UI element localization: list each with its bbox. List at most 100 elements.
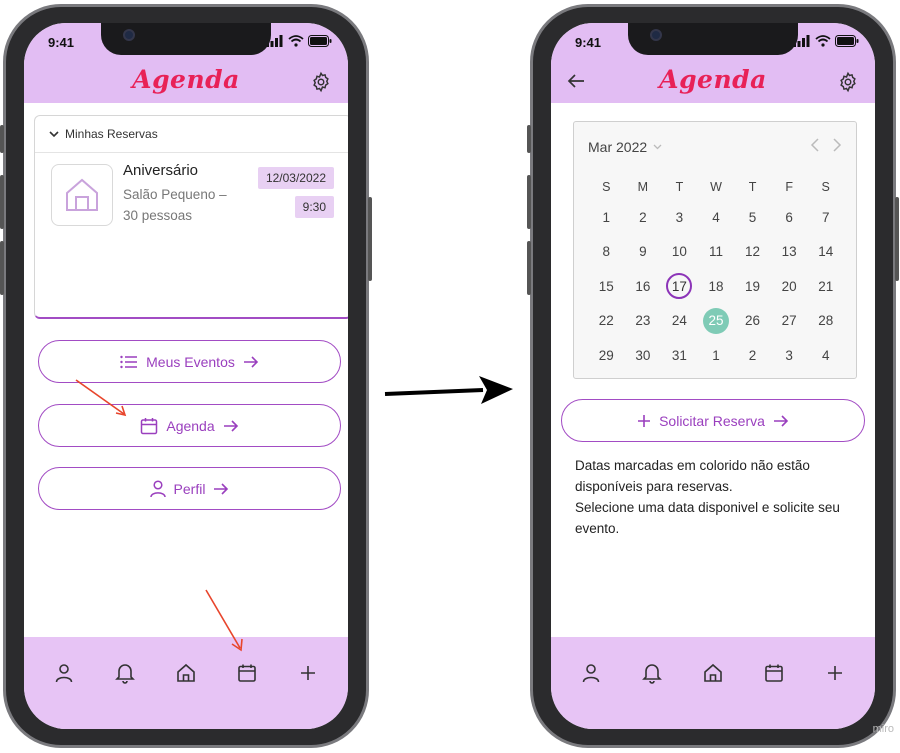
calendar-day[interactable]: 15: [588, 269, 625, 304]
solicitar-reserva-button[interactable]: Solicitar Reserva: [561, 399, 865, 442]
calendar-day[interactable]: 13: [771, 235, 808, 270]
notch: [101, 23, 271, 55]
weekday-header: M: [637, 180, 649, 194]
solicitar-reserva-label: Solicitar Reserva: [659, 412, 765, 429]
tab-profile-user-icon[interactable]: [576, 658, 606, 688]
arrow-right-icon: [214, 482, 229, 495]
calendar-day-number: 2: [639, 209, 647, 225]
calendar-day[interactable]: 4: [807, 338, 844, 373]
calendar-day[interactable]: 14: [807, 235, 844, 270]
calendar-day-number: 26: [745, 313, 761, 329]
settings-gear-icon[interactable]: [837, 71, 859, 98]
calendar-icon: [141, 417, 158, 434]
info-text-line-2: Selecione uma data disponivel e solicite…: [575, 500, 840, 536]
calendar-day-number: 21: [818, 278, 834, 294]
calendar-day-number: 1: [712, 347, 720, 363]
venue-thumbnail: [51, 164, 113, 226]
calendar-day-number: 4: [821, 347, 830, 363]
calendar-day[interactable]: 7: [807, 200, 844, 235]
calendar-day[interactable]: 30: [625, 338, 662, 373]
chevron-right-icon[interactable]: [832, 138, 842, 152]
calendar-day[interactable]: 23: [625, 304, 662, 339]
agenda-label: Agenda: [166, 417, 215, 434]
calendar-day[interactable]: 1: [588, 200, 625, 235]
meus-eventos-label: Meus Eventos: [146, 353, 235, 370]
perfil-button[interactable]: Perfil: [38, 467, 341, 510]
calendar-day-number: 1: [602, 209, 611, 225]
bottom-tab-bar: [24, 637, 348, 729]
calendar-day-number: 17: [666, 273, 693, 300]
house-icon: [66, 178, 98, 211]
calendar-day[interactable]: 28: [807, 304, 844, 339]
tab-calendar-icon[interactable]: [232, 658, 262, 688]
calendar-day[interactable]: 8: [588, 235, 625, 270]
weekday-header: T: [675, 180, 684, 194]
tab-calendar-icon[interactable]: [759, 658, 789, 688]
status-icons: [793, 35, 859, 47]
calendar-day[interactable]: 3: [661, 200, 698, 235]
tab-add-plus-icon[interactable]: [293, 658, 323, 688]
calendar-day-number: 28: [818, 313, 834, 329]
tab-notifications-bell-icon[interactable]: [110, 658, 140, 688]
calendar-day[interactable]: 22: [588, 304, 625, 339]
calendar-day-number: 12: [745, 244, 761, 260]
calendar-grid: S M T W T F S 1 2 3 4 5 6 7 8 9 10 11 12 13 14 15 16 17 18 19 20 21…: [588, 174, 844, 373]
chevron-down-icon: [653, 144, 662, 150]
weekday-header: W: [710, 180, 722, 194]
calendar-day[interactable]: 10: [661, 235, 698, 270]
calendar-day[interactable]: 2: [734, 338, 771, 373]
calendar-day[interactable]: 25: [698, 304, 735, 339]
calendar-day[interactable]: 12: [734, 235, 771, 270]
calendar-day[interactable]: 31: [661, 338, 698, 373]
tab-home-icon[interactable]: [171, 658, 201, 688]
calendar-day[interactable]: 2: [625, 200, 662, 235]
calendar-day[interactable]: 4: [698, 200, 735, 235]
month-selector[interactable]: Mar 2022: [588, 139, 662, 155]
reservations-heading: Minhas Reservas: [65, 127, 158, 141]
calendar-day[interactable]: 11: [698, 235, 735, 270]
notch: [628, 23, 798, 55]
tab-notifications-bell-icon[interactable]: [637, 658, 667, 688]
reservations-header[interactable]: Minhas Reservas: [49, 127, 158, 141]
calendar-day-number: 30: [635, 347, 651, 363]
phone-frame-left: 9:41 Agenda Minhas Reservas Aniversário …: [0, 4, 372, 748]
info-text-line-1: Datas marcadas em colorido não estão dis…: [575, 458, 810, 494]
calendar-day[interactable]: 6: [771, 200, 808, 235]
annotation-arrow-to-agenda: [75, 379, 127, 417]
status-time: 9:41: [48, 35, 75, 50]
page-title: Agenda: [132, 65, 240, 94]
calendar-day[interactable]: 3: [771, 338, 808, 373]
calendar-day[interactable]: 21: [807, 269, 844, 304]
event-subtitle: Salão Pequeno – 30 pessoas: [123, 187, 227, 223]
calendar-day[interactable]: 26: [734, 304, 771, 339]
calendar-day-number: 5: [748, 209, 757, 225]
battery-icon: [835, 35, 859, 47]
calendar-day-number: 19: [745, 278, 761, 294]
calendar-day[interactable]: 24: [661, 304, 698, 339]
status-icons: [266, 35, 332, 47]
chevron-left-icon[interactable]: [810, 138, 820, 152]
calendar-day[interactable]: 27: [771, 304, 808, 339]
calendar-widget: Mar 2022 S M T W T F S 1 2 3 4 5 6 7 8 9 10 11 12 13 14 15 16 1…: [573, 121, 857, 379]
calendar-day-number: 4: [712, 209, 720, 225]
arrow-right-icon: [223, 419, 238, 432]
calendar-day[interactable]: 1: [698, 338, 735, 373]
tab-home-icon[interactable]: [698, 658, 728, 688]
event-time-badge: 9:30: [294, 196, 334, 218]
month-label: Mar 2022: [588, 139, 648, 155]
settings-gear-icon[interactable]: [310, 71, 332, 98]
reservations-card[interactable]: Minhas Reservas Aniversário Salão Pequen…: [34, 115, 348, 319]
calendar-day[interactable]: 17: [661, 269, 698, 304]
calendar-day[interactable]: 18: [698, 269, 735, 304]
tab-profile-user-icon[interactable]: [49, 658, 79, 688]
calendar-day[interactable]: 19: [734, 269, 771, 304]
calendar-day[interactable]: 9: [625, 235, 662, 270]
calendar-day-number: 16: [635, 278, 651, 294]
calendar-day-number: 13: [781, 244, 797, 260]
chevron-down-icon: [49, 130, 59, 137]
calendar-day[interactable]: 5: [734, 200, 771, 235]
calendar-day[interactable]: 20: [771, 269, 808, 304]
calendar-day[interactable]: 29: [588, 338, 625, 373]
calendar-day[interactable]: 16: [625, 269, 662, 304]
tab-add-plus-icon[interactable]: [820, 658, 850, 688]
